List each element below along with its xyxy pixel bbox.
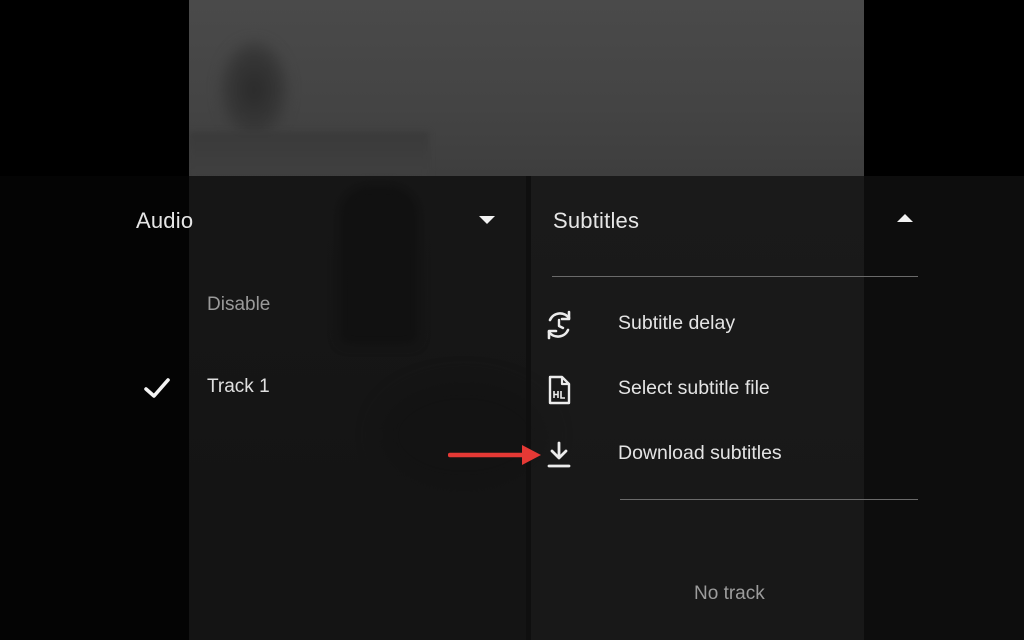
red-arrow-icon (448, 445, 541, 465)
subtitle-file-icon (548, 375, 571, 405)
no-track-label[interactable]: No track (694, 583, 765, 605)
menu-item-select-subtitle-file[interactable]: Select subtitle file (531, 362, 1024, 416)
chevron-down-icon[interactable] (479, 216, 495, 224)
audio-panel (0, 176, 526, 640)
video-blur-shape (219, 40, 289, 140)
chevron-up-icon[interactable] (897, 214, 913, 222)
menu-item-subtitle-delay[interactable]: Subtitle delay (531, 297, 1024, 351)
audio-title[interactable]: Audio (136, 208, 193, 234)
menu-item-label: Download subtitles (618, 442, 782, 464)
subtitles-menu-divider (620, 499, 918, 500)
download-icon (547, 441, 571, 468)
video-shade (189, 132, 429, 176)
checkmark-icon (144, 378, 170, 398)
timer-sync-icon (547, 310, 571, 340)
menu-item-download-subtitles[interactable]: Download subtitles (531, 427, 1024, 481)
audio-option-track-1[interactable]: Track 1 (207, 376, 270, 398)
subtitles-title[interactable]: Subtitles (553, 208, 639, 234)
subtitles-header-divider (552, 276, 918, 277)
menu-item-label: Subtitle delay (618, 312, 736, 334)
video-player-screen: Audio Disable Track 1 Subtitles Subtitle… (0, 0, 1024, 640)
menu-item-label: Select subtitle file (618, 377, 770, 399)
audio-option-disable[interactable]: Disable (207, 294, 270, 316)
